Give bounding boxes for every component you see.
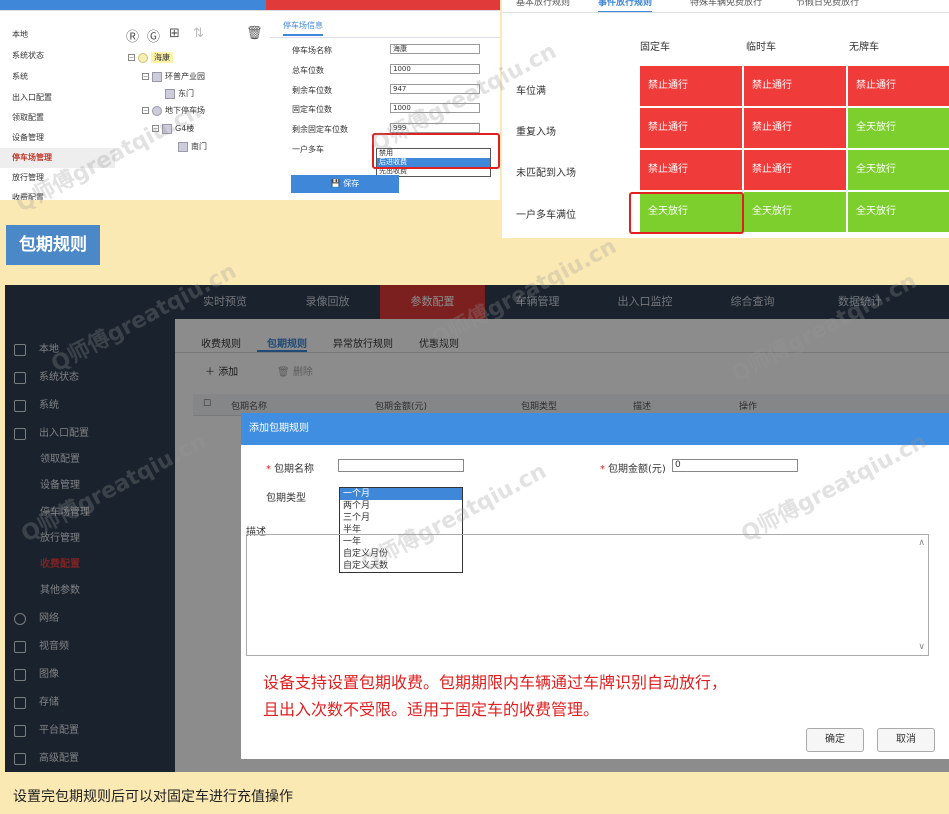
tree-node[interactable]: 南门 [178, 141, 207, 152]
top-bar-red [266, 0, 500, 10]
release-rules-screenshot: 基本放行规则 事件放行规则 特殊车辆免费放行 节假日免费放行 固定车 临时车 无… [502, 0, 949, 238]
cancel-button[interactable]: 取消 [877, 728, 935, 752]
total-spaces-input[interactable]: 1000 [390, 64, 480, 74]
select-option[interactable]: 三个月 [340, 512, 462, 524]
rule-cell[interactable]: 禁止通行 [640, 66, 742, 106]
field-label: 剩余固定车位数 [292, 125, 348, 134]
remaining-spaces-input[interactable]: 947 [390, 84, 480, 94]
highlight-box [629, 192, 744, 234]
highlight-box [372, 133, 500, 169]
field-label: 停车场名称 [292, 46, 332, 55]
rule-cell[interactable]: 禁止通行 [640, 150, 742, 190]
package-rule-screenshot: 实时预览 录像回放 参数配置 车辆管理 出入口监控 综合查询 数据统计 本地 系… [5, 285, 949, 772]
rule-cell[interactable]: 全天放行 [744, 192, 846, 232]
column-header: 临时车 [746, 42, 776, 53]
parking-sidebar-item[interactable]: 收费配置 [0, 188, 115, 200]
parking-icon [162, 123, 172, 134]
gate-icon [178, 141, 188, 152]
row-header: 未匹配到入场 [516, 168, 576, 179]
trash-icon[interactable]: 🗑 [246, 26, 263, 41]
fixed-spaces-input[interactable]: 1000 [390, 103, 480, 113]
parking-sidebar-item[interactable]: 系统 [0, 67, 115, 87]
rule-cell[interactable]: 全天放行 [848, 192, 949, 232]
collapse-icon[interactable]: − [128, 54, 135, 61]
collapse-icon[interactable]: − [152, 125, 159, 132]
field-label: 总车位数 [292, 66, 324, 75]
parking-sidebar-item[interactable]: 本地 [0, 25, 115, 45]
move-icon[interactable]: ⇅ [193, 26, 204, 41]
add-region-icon[interactable]: Ⓡ [126, 26, 139, 45]
add-package-dialog: 添加包期规则 * 包期名称 * 包期金额(元) 0 包期类型 一个月 两个月 三个月… [241, 413, 949, 759]
package-amount-input[interactable]: 0 [672, 459, 798, 472]
parking-sidebar-item-active[interactable]: 停车场管理 [0, 148, 115, 168]
save-icon: 💾 [330, 179, 344, 188]
package-name-label: * 包期名称 [266, 464, 314, 475]
form-title[interactable]: 停车场信息 [283, 20, 323, 36]
tree-node[interactable]: − G4楼 [152, 123, 194, 134]
row-header: 一户多车满位 [516, 210, 576, 221]
caption-text: 设置完包期规则后可以对固定车进行充值操作 [13, 789, 293, 805]
collapse-icon[interactable]: − [142, 107, 149, 114]
scroll-down-icon[interactable]: ∨ [918, 642, 925, 652]
column-header: 无牌车 [849, 42, 879, 53]
tab-basic[interactable]: 基本放行规则 [516, 0, 570, 8]
rule-cell[interactable]: 全天放行 [848, 108, 949, 148]
remaining-fixed-input[interactable]: 999 [390, 123, 480, 133]
parking-sidebar-item[interactable]: 系统状态 [0, 46, 115, 66]
add-gate-icon[interactable]: ⊞ [169, 26, 180, 41]
rule-cell[interactable]: 全天放行 [848, 150, 949, 190]
select-option[interactable]: 两个月 [340, 500, 462, 512]
tree-node-root[interactable]: − 海康 [128, 52, 173, 63]
rule-cell[interactable]: 禁止通行 [640, 108, 742, 148]
package-amount-label: * 包期金额(元) [600, 464, 666, 475]
rule-cell[interactable]: 禁止通行 [744, 108, 846, 148]
field-label: 一户多车 [292, 145, 324, 154]
save-button[interactable]: 💾 保存 [291, 175, 399, 193]
building-icon [138, 52, 148, 63]
select-option-selected[interactable]: 一个月 [340, 488, 462, 500]
parking-sidebar-item[interactable]: 出入口配置 [0, 88, 115, 108]
row-header: 车位满 [516, 86, 546, 97]
scroll-up-icon[interactable]: ∧ [918, 538, 925, 548]
tree-node[interactable]: 东门 [165, 88, 194, 99]
field-label: 固定车位数 [292, 105, 332, 114]
tab-holiday[interactable]: 节假日免费放行 [796, 0, 859, 8]
column-header: 固定车 [640, 42, 670, 53]
dialog-title: 添加包期规则 [241, 413, 949, 445]
package-type-label: 包期类型 [266, 493, 306, 504]
collapse-icon[interactable]: − [142, 73, 149, 80]
confirm-button[interactable]: 确定 [806, 728, 864, 752]
parking-info-form: 停车场信息 停车场名称 海康 总车位数 1000 剩余车位数 947 固定车位数… [270, 20, 500, 200]
rule-cell[interactable]: 禁止通行 [744, 66, 846, 106]
row-header: 重复入场 [516, 127, 556, 138]
rule-cell[interactable]: 禁止通行 [848, 66, 949, 106]
parking-sidebar-item[interactable]: 放行管理 [0, 168, 115, 188]
description-textarea[interactable]: ∧ ∨ [246, 534, 929, 656]
parking-sidebar: 本地 系统状态 系统 出入口配置 领取配置 设备管理 停车场管理 放行管理 收费… [0, 20, 115, 200]
parking-lot-screenshot: 本地 系统状态 系统 出入口配置 领取配置 设备管理 停车场管理 放行管理 收费… [0, 0, 500, 200]
underground-icon [152, 105, 162, 116]
tree-node[interactable]: − 环普产业园 [142, 71, 205, 82]
annotation-note: 设备支持设置包期收费。包期期限内车辆通过车牌识别自动放行， 且出入次数不受限。适… [263, 673, 728, 719]
top-bar-blue [0, 0, 266, 10]
add-entrance-icon[interactable]: Ⓖ [147, 26, 160, 45]
parking-icon [152, 71, 162, 82]
parking-name-input[interactable]: 海康 [390, 44, 480, 54]
package-name-input[interactable] [338, 459, 464, 472]
tree-node[interactable]: − 地下停车场 [142, 105, 205, 116]
parking-sidebar-item[interactable]: 设备管理 [0, 128, 115, 148]
parking-sidebar-item[interactable]: 领取配置 [0, 108, 115, 128]
field-label: 剩余车位数 [292, 86, 332, 95]
tab-special[interactable]: 特殊车辆免费放行 [690, 0, 762, 8]
rule-cell[interactable]: 禁止通行 [744, 150, 846, 190]
section-title: 包期规则 [6, 225, 100, 265]
gate-icon [165, 88, 175, 99]
